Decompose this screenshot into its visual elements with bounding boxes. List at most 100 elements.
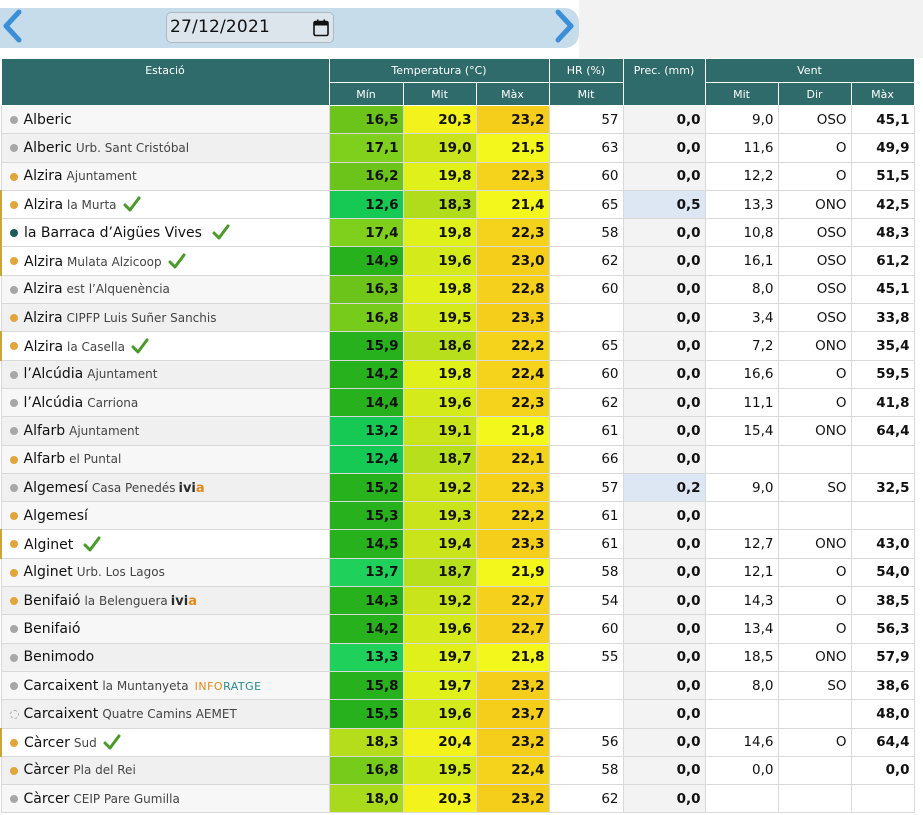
station-location[interactable]: la Belenguera	[84, 594, 167, 608]
table-row[interactable]: Càrcer Pla del Rei 16,8 19,5 22,4 58 0,0 0,0 0,0	[0, 755, 915, 786]
station-name[interactable]: Alzira	[24, 339, 63, 355]
table-row[interactable]: Alzira la Casella 15,9 18,6 22,2 65 0,0 7,2 ONO 3…	[0, 331, 915, 361]
station-name[interactable]: Benifaió	[24, 621, 81, 637]
station-location[interactable]: Ajuntament	[67, 169, 137, 183]
station-cell[interactable]: Benimodo	[0, 642, 330, 672]
station-cell[interactable]: Alzira est l’Alquenència	[0, 274, 330, 305]
station-name[interactable]: l’Alcúdia	[24, 366, 84, 382]
station-cell[interactable]: Càrcer CEIP Pare Gumilla	[0, 784, 330, 814]
station-name[interactable]: Carcaixent	[24, 706, 99, 722]
station-name[interactable]: Algemesí	[24, 480, 88, 496]
header-precipitation[interactable]: Prec. (mm)	[622, 58, 706, 106]
station-name[interactable]: Alzira	[24, 281, 63, 297]
station-location[interactable]: Ajuntament	[87, 367, 157, 381]
station-location[interactable]: est l’Alquenència	[67, 282, 170, 296]
station-name[interactable]: l’Alcúdia	[24, 395, 84, 411]
station-cell[interactable]: Alzira la Casella	[0, 331, 330, 361]
station-location[interactable]: Carriona	[87, 396, 138, 410]
station-location[interactable]: Urb. Sant Cristóbal	[76, 141, 189, 155]
station-cell[interactable]: Carcaixent la Muntanyeta INFORATGE	[0, 670, 330, 701]
station-name[interactable]: Benifaió	[24, 593, 81, 609]
station-location[interactable]: el Puntal	[69, 452, 121, 466]
header-wind-max[interactable]: Màx	[850, 82, 915, 106]
station-location[interactable]: la Murta	[67, 198, 116, 212]
calendar-icon[interactable]	[313, 19, 329, 41]
station-name[interactable]: Alzira	[24, 168, 63, 184]
station-cell[interactable]: Alberic Urb. Sant Cristóbal	[0, 133, 330, 163]
table-row[interactable]: Carcaixent la Muntanyeta INFORATGE 15,8 19,7…	[0, 670, 915, 701]
table-row[interactable]: Carcaixent Quatre Camins AEMET 15,5 19,6 23,…	[0, 699, 915, 729]
station-name[interactable]: Alberic	[24, 112, 72, 128]
station-cell[interactable]: Alginet Urb. Los Lagos	[0, 557, 330, 588]
table-row[interactable]: Benifaió la Belenguera ivia 14,3 19,2 22,7 54 0…	[0, 586, 915, 616]
table-row[interactable]: Alfarb el Puntal 12,4 18,7 22,1 66 0,0	[0, 444, 915, 474]
previous-day-button[interactable]	[0, 8, 28, 44]
station-location[interactable]: Mulata Alzicoop	[67, 255, 162, 269]
header-wind-dir[interactable]: Dir	[777, 82, 852, 106]
station-cell[interactable]: Càrcer Pla del Rei	[0, 755, 330, 786]
table-row[interactable]: Alfarb Ajuntament 13,2 19,1 21,8 61 0,0 15,4 ONO…	[0, 416, 915, 446]
table-row[interactable]: la Barraca d’Aigües Vives 17,4 19,8 22,3 58 0…	[0, 218, 915, 248]
table-row[interactable]: Càrcer CEIP Pare Gumilla 18,0 20,3 23,2 62 0,0	[0, 784, 915, 814]
station-name[interactable]: Alzira	[24, 197, 63, 213]
station-location[interactable]: Ajuntament	[69, 424, 139, 438]
header-humidity-mit[interactable]: Mit	[548, 82, 624, 106]
station-cell[interactable]: la Barraca d’Aigües Vives	[0, 218, 330, 248]
table-row[interactable]: l’Alcúdia Ajuntament 14,2 19,8 22,4 60 0,0 16,6…	[0, 359, 915, 389]
table-row[interactable]: Alzira Ajuntament 16,2 19,8 22,3 60 0,0 12,2 O 51…	[0, 161, 915, 191]
station-cell[interactable]: l’Alcúdia Carriona	[0, 387, 330, 418]
station-cell[interactable]: l’Alcúdia Ajuntament	[0, 359, 330, 389]
station-cell[interactable]: Alginet	[0, 529, 330, 559]
station-name[interactable]: Benimodo	[24, 649, 95, 665]
table-row[interactable]: Benifaió 14,2 19,6 22,7 60 0,0 13,4 O 56,3	[0, 614, 915, 644]
table-row[interactable]: Alzira CIPFP Luis Suñer Sanchis 16,8 19,5 23…	[0, 303, 915, 333]
station-location[interactable]: CIPFP Luis Suñer Sanchis	[67, 311, 217, 325]
table-row[interactable]: Alginet 14,5 19,4 23,3 61 0,0 12,7 ONO 43,0	[0, 529, 915, 559]
station-cell[interactable]: Carcaixent Quatre Camins AEMET	[0, 699, 330, 729]
station-cell[interactable]: Alfarb Ajuntament	[0, 416, 330, 446]
station-location[interactable]: Casa Penedés	[92, 481, 176, 495]
station-name[interactable]: Algemesí	[24, 508, 88, 524]
station-cell[interactable]: Benifaió	[0, 614, 330, 644]
table-row[interactable]: Alzira Mulata Alzicoop 14,9 19,6 23,0 62 0,0 16…	[0, 246, 915, 276]
header-station[interactable]: Estació	[0, 58, 330, 106]
station-name[interactable]: Càrcer	[24, 791, 70, 807]
station-name[interactable]: Alzira	[24, 254, 63, 270]
station-location[interactable]: Quatre Camins AEMET	[102, 707, 236, 721]
station-cell[interactable]: Algemesí	[0, 501, 330, 531]
table-row[interactable]: l’Alcúdia Carriona 14,4 19,6 22,3 62 0,0 11,1 O 4…	[0, 387, 915, 418]
header-temp-max[interactable]: Màx	[475, 82, 550, 106]
station-cell[interactable]: Alzira Ajuntament	[0, 161, 330, 191]
station-name[interactable]: Càrcer	[24, 735, 70, 751]
station-name[interactable]: Càrcer	[24, 762, 70, 778]
station-cell[interactable]: Alzira Mulata Alzicoop	[0, 246, 330, 276]
station-location[interactable]: la Casella	[67, 340, 125, 354]
table-row[interactable]: Algemesí Casa Penedés ivia 15,2 19,2 22,3 57 0,…	[0, 472, 915, 503]
station-name[interactable]: Alginet	[24, 537, 73, 553]
station-cell[interactable]: Càrcer Sud	[0, 727, 330, 757]
station-name[interactable]: Alfarb	[24, 423, 66, 439]
table-row[interactable]: Càrcer Sud 18,3 20,4 23,2 56 0,0 14,6 O 64,4	[0, 727, 915, 757]
table-row[interactable]: Alberic 16,5 20,3 23,2 57 0,0 9,0 OSO 45,1	[0, 104, 915, 135]
station-location[interactable]: Sud	[74, 736, 97, 750]
station-location[interactable]: la Muntanyeta	[102, 679, 188, 693]
header-wind-mit[interactable]: Mit	[704, 82, 779, 106]
table-row[interactable]: Algemesí 15,3 19,3 22,2 61 0,0	[0, 501, 915, 531]
table-row[interactable]: Benimodo 13,3 19,7 21,8 55 0,0 18,5 ONO 57,9	[0, 642, 915, 672]
station-cell[interactable]: Benifaió la Belenguera ivia	[0, 586, 330, 616]
table-row[interactable]: Alzira la Murta 12,6 18,3 21,4 65 0,5 13,3 ONO 42…	[0, 189, 915, 220]
station-name[interactable]: Alginet	[24, 564, 73, 580]
station-cell[interactable]: Alfarb el Puntal	[0, 444, 330, 474]
station-name[interactable]: Alfarb	[24, 451, 66, 467]
table-row[interactable]: Alginet Urb. Los Lagos 13,7 18,7 21,9 58 0,0 12…	[0, 557, 915, 588]
station-location[interactable]: Urb. Los Lagos	[77, 565, 165, 579]
station-location[interactable]: CEIP Pare Gumilla	[73, 792, 179, 806]
station-name[interactable]: Alzira	[24, 310, 63, 326]
station-location[interactable]: Pla del Rei	[73, 763, 135, 777]
station-cell[interactable]: Algemesí Casa Penedés ivia	[0, 472, 330, 503]
table-row[interactable]: Alzira est l’Alquenència 16,3 19,8 22,8 60 0,0…	[0, 274, 915, 305]
station-name[interactable]: Carcaixent	[24, 678, 99, 694]
date-input[interactable]: 27/12/2021	[166, 12, 334, 43]
station-cell[interactable]: Alberic	[0, 104, 330, 135]
header-temp-min[interactable]: Mín	[328, 82, 404, 106]
